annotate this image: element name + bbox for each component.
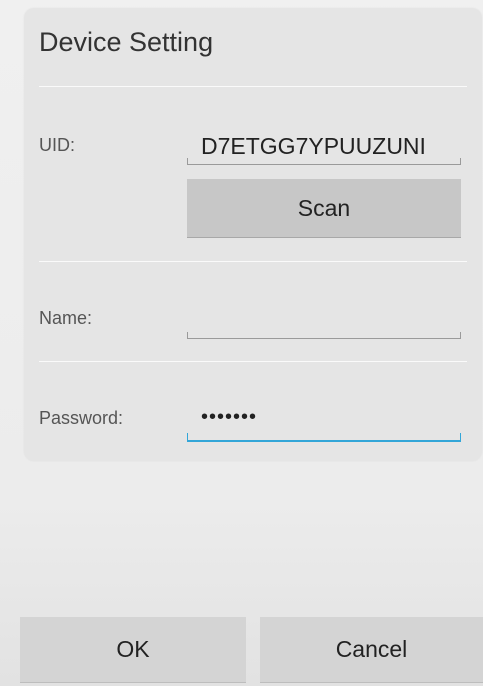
name-field[interactable]: [187, 295, 461, 339]
password-field[interactable]: •••••••: [187, 395, 461, 442]
password-label: Password:: [39, 408, 124, 428]
divider: [39, 361, 467, 362]
cancel-button[interactable]: Cancel: [260, 617, 483, 683]
scan-button[interactable]: Scan: [187, 179, 461, 238]
uid-label: UID:: [39, 135, 75, 155]
name-label: Name:: [39, 308, 93, 328]
divider: [39, 261, 467, 262]
divider: [39, 86, 467, 87]
uid-value: D7ETGG7YPUUZUNI: [201, 133, 426, 159]
ok-button[interactable]: OK: [20, 617, 246, 683]
dialog-title: Device Setting: [39, 27, 214, 57]
password-value: •••••••: [201, 406, 258, 428]
uid-field[interactable]: D7ETGG7YPUUZUNI: [187, 120, 461, 165]
